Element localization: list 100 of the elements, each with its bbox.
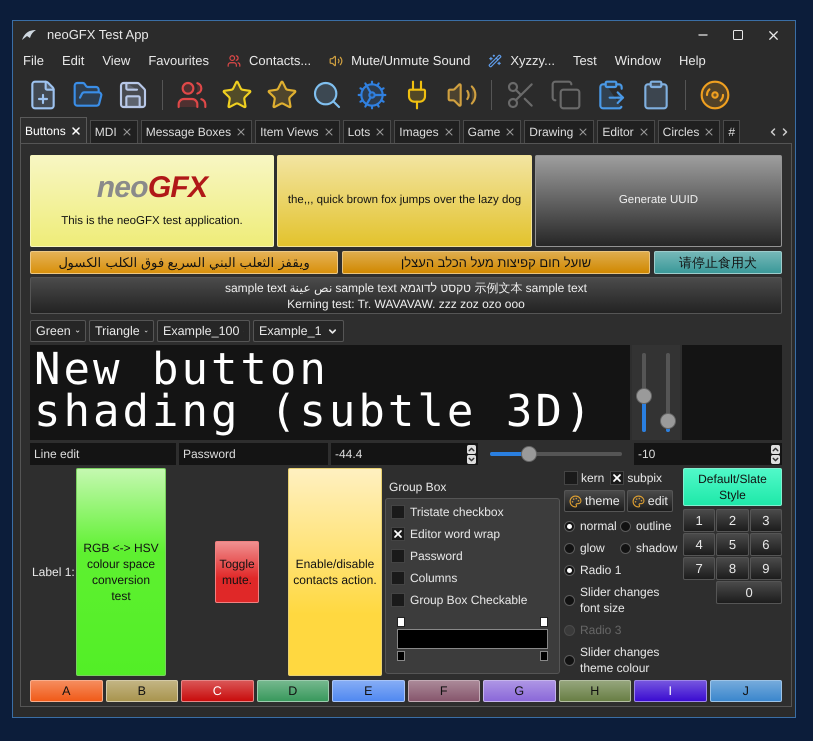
tab[interactable]: Buttons <box>20 117 87 143</box>
menu-item[interactable]: Test <box>572 51 597 71</box>
stop-marker[interactable] <box>397 617 405 627</box>
settings-icon[interactable] <box>356 79 388 111</box>
push-button[interactable]: edit <box>626 490 673 512</box>
push-button[interactable]: Generate UUID <box>535 155 782 247</box>
push-button[interactable]: Enable/disable contacts action. <box>288 468 382 676</box>
tab[interactable]: Images <box>394 120 460 143</box>
stop-marker[interactable] <box>540 617 548 627</box>
slider-thumb[interactable] <box>660 412 676 429</box>
menu-item[interactable]: View <box>102 51 130 71</box>
push-button[interactable]: 请停止食用犬 <box>654 251 782 274</box>
keypad-key[interactable]: 0 <box>716 581 782 604</box>
stop-marker[interactable] <box>540 651 548 661</box>
tab[interactable]: Message Boxes <box>140 120 252 143</box>
menu-item[interactable]: Help <box>679 51 706 71</box>
tab[interactable]: Drawing <box>524 120 594 143</box>
close-icon[interactable] <box>235 126 248 138</box>
checkbox[interactable] <box>610 471 624 485</box>
keypad-key[interactable]: 8 <box>716 557 749 580</box>
spin-up-icon[interactable] <box>771 444 780 454</box>
close-icon[interactable] <box>322 126 335 138</box>
radio-button[interactable] <box>564 542 575 554</box>
search-icon[interactable] <box>311 79 343 111</box>
tab[interactable]: Circles <box>658 120 720 143</box>
keypad-key[interactable]: 9 <box>750 557 782 580</box>
menu-item[interactable]: Favourites <box>148 51 210 71</box>
dropdown[interactable]: Triangle <box>89 320 154 342</box>
menu-item[interactable]: Contacts... <box>227 51 312 71</box>
close-icon[interactable] <box>577 126 590 138</box>
maximize-icon[interactable] <box>732 29 744 41</box>
save-icon[interactable] <box>117 79 149 111</box>
spin-box[interactable]: -44.4 <box>331 443 478 465</box>
menu-item[interactable]: Edit <box>62 51 84 71</box>
close-icon[interactable] <box>442 126 455 138</box>
push-button[interactable]: theme <box>564 490 625 512</box>
keypad-key[interactable]: 2 <box>716 509 749 532</box>
disc-icon[interactable] <box>699 79 731 111</box>
spin-box[interactable]: -10 <box>634 443 782 465</box>
checkbox[interactable] <box>391 549 405 563</box>
push-button[interactable]: C <box>181 680 254 702</box>
push-button[interactable]: F <box>408 680 480 702</box>
checkbox[interactable] <box>564 471 578 485</box>
push-button[interactable]: D <box>256 680 329 702</box>
close-icon[interactable] <box>703 126 716 138</box>
dropdown[interactable]: Example_100 <box>157 320 250 342</box>
tab[interactable]: Game <box>462 120 522 143</box>
close-icon[interactable] <box>504 126 516 138</box>
push-button[interactable]: ويقفز الثعلب البني السريع فوق الكلب الكسول <box>30 251 338 274</box>
radio-button[interactable] <box>564 654 575 666</box>
menu-item[interactable]: Window <box>614 51 662 71</box>
push-button[interactable]: שועל חום קפיצות מעל הכלב העצלן <box>342 251 650 274</box>
tab[interactable]: Lots <box>342 120 392 143</box>
keypad-key[interactable]: 3 <box>750 509 782 532</box>
menu-item[interactable]: Mute/Unmute Sound <box>329 51 470 71</box>
push-button[interactable]: A <box>30 680 102 702</box>
close-icon[interactable] <box>120 126 133 138</box>
star-icon[interactable] <box>221 79 253 111</box>
push-button[interactable]: B <box>106 680 178 702</box>
close-icon[interactable] <box>70 124 82 136</box>
push-button[interactable]: I <box>634 680 706 702</box>
logo-button[interactable]: neoGFX This is the neoGFX test application. <box>30 155 274 247</box>
menu-item[interactable]: File <box>23 51 44 71</box>
radio-button[interactable] <box>564 564 575 576</box>
tab[interactable]: # <box>723 120 740 143</box>
close-icon[interactable] <box>638 126 650 138</box>
push-button[interactable]: the,,, quick brown fox jumps over the lazy dog <box>277 155 532 247</box>
tab[interactable]: Item Views <box>255 120 340 143</box>
checkbox[interactable] <box>391 505 405 519</box>
stop-marker[interactable] <box>397 651 405 661</box>
push-button[interactable]: J <box>710 680 782 702</box>
checkbox[interactable] <box>391 527 405 541</box>
checkbox[interactable] <box>391 571 405 585</box>
push-button[interactable]: H <box>558 680 631 702</box>
push-button[interactable]: Default/Slate Style <box>683 468 782 506</box>
radio-button[interactable] <box>620 542 631 554</box>
spin-up-icon[interactable] <box>467 444 476 454</box>
spin-down-icon[interactable] <box>771 454 780 464</box>
slider-thumb[interactable] <box>521 446 538 462</box>
menu-item[interactable]: Xyzzy... <box>488 51 555 71</box>
star-icon[interactable] <box>266 79 298 111</box>
checkbox[interactable] <box>391 593 405 607</box>
tab[interactable]: MDI <box>90 120 138 143</box>
people-icon[interactable] <box>176 79 208 111</box>
gradient-bar[interactable] <box>397 629 548 649</box>
tab[interactable]: Editor <box>597 120 655 143</box>
input-field[interactable]: Password <box>179 443 328 465</box>
push-button[interactable]: RGB <-> HSV colour space conversion test <box>76 468 166 676</box>
push-button[interactable]: Toggle mute. <box>215 541 259 603</box>
spin-down-icon[interactable] <box>467 454 476 464</box>
text-editor[interactable]: New button shading (subtle 3D) <box>30 345 630 440</box>
slider-thumb[interactable] <box>636 388 652 404</box>
radio-button[interactable] <box>620 520 631 532</box>
radio-button[interactable] <box>564 594 575 606</box>
keypad-key[interactable]: 7 <box>683 557 716 580</box>
push-button[interactable]: G <box>483 680 556 702</box>
keypad-key[interactable]: 6 <box>750 533 782 556</box>
radio-button[interactable] <box>564 520 575 532</box>
keypad-key[interactable]: 5 <box>716 533 749 556</box>
keypad-key[interactable]: 4 <box>683 533 716 556</box>
